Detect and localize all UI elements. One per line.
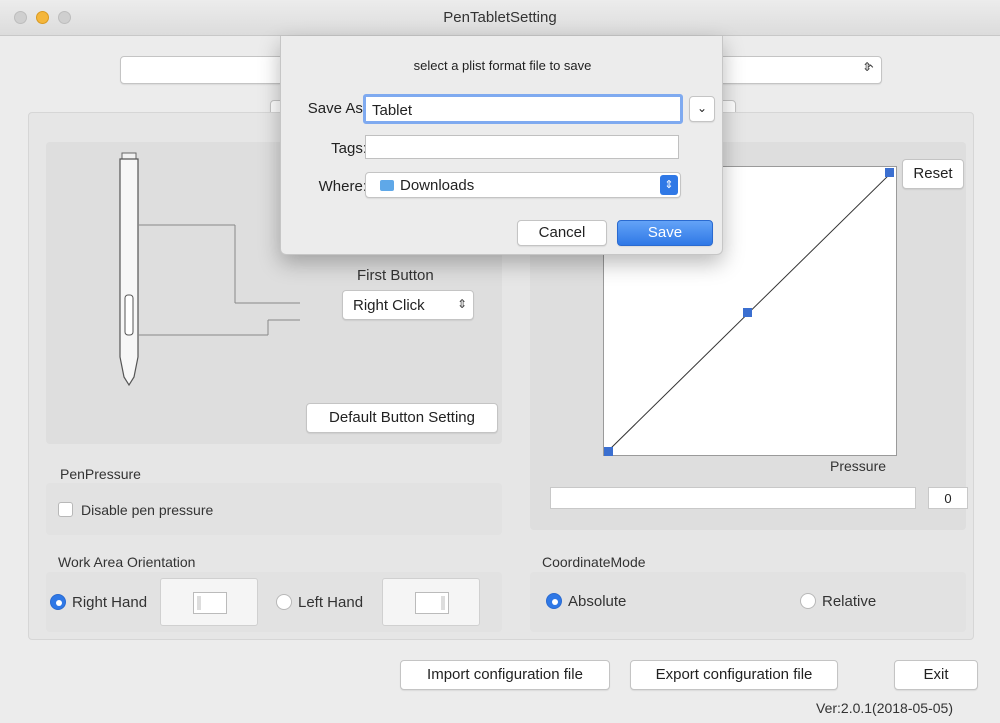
right-hand-preview[interactable] bbox=[160, 578, 258, 626]
version-text: Ver:2.0.1(2018-05-05) bbox=[816, 700, 953, 716]
where-label: Where: bbox=[318, 178, 367, 195]
right-hand-radio[interactable] bbox=[50, 594, 66, 610]
left-hand-radio[interactable] bbox=[276, 594, 292, 610]
exit-button[interactable]: Exit bbox=[894, 660, 978, 690]
where-value: Downloads bbox=[400, 177, 475, 194]
first-button-label: First Button bbox=[357, 267, 434, 284]
disable-pen-pressure-checkbox[interactable] bbox=[58, 502, 73, 517]
expand-dialog-button[interactable]: ⌄ bbox=[689, 96, 715, 122]
default-button-setting-button[interactable]: Default Button Setting bbox=[306, 403, 498, 433]
reset-button[interactable]: Reset bbox=[902, 159, 964, 189]
tags-input[interactable] bbox=[365, 135, 679, 159]
pen-pressure-heading: PenPressure bbox=[60, 466, 141, 482]
right-hand-label: Right Hand bbox=[72, 594, 148, 611]
pressure-bar bbox=[550, 487, 916, 509]
relative-label: Relative bbox=[822, 593, 877, 610]
work-area-orientation-heading: Work Area Orientation bbox=[58, 554, 196, 570]
save-dialog: select a plist format file to save Save … bbox=[280, 36, 723, 255]
absolute-label: Absolute bbox=[568, 593, 627, 610]
absolute-radio[interactable] bbox=[546, 593, 562, 609]
first-button-value: Right Click bbox=[353, 297, 425, 314]
folder-icon bbox=[380, 180, 394, 191]
window-title: PenTabletSetting bbox=[443, 9, 557, 26]
import-configuration-button[interactable]: Import configuration file bbox=[400, 660, 610, 690]
save-as-label: Save As: bbox=[307, 100, 367, 117]
curve-handle-start[interactable] bbox=[604, 447, 613, 456]
curve-handle-mid[interactable] bbox=[743, 308, 752, 317]
export-configuration-button[interactable]: Export configuration file bbox=[630, 660, 838, 690]
pen-illustration bbox=[119, 152, 300, 387]
save-as-input[interactable]: Tablet bbox=[363, 94, 683, 124]
tags-label: Tags: bbox=[331, 140, 367, 157]
chevron-down-icon: ⌄ bbox=[696, 101, 708, 115]
updown-arrows-icon: ⇕ bbox=[457, 297, 468, 311]
dialog-prompt: select a plist format file to save bbox=[413, 58, 592, 73]
first-button-select[interactable]: Right Click ⇕ bbox=[342, 290, 474, 320]
relative-radio[interactable] bbox=[800, 593, 816, 609]
disable-pen-pressure-label: Disable pen pressure bbox=[81, 502, 214, 518]
where-select[interactable]: Downloads ⇕ bbox=[365, 172, 681, 198]
left-hand-preview[interactable] bbox=[382, 578, 480, 626]
coordinate-mode-heading: CoordinateMode bbox=[542, 554, 646, 570]
save-button[interactable]: Save bbox=[617, 220, 713, 246]
updown-arrows-icon: ⇕ bbox=[660, 175, 678, 195]
curve-handle-end[interactable] bbox=[885, 168, 894, 177]
pressure-label: Pressure bbox=[830, 458, 887, 474]
left-hand-label: Left Hand bbox=[298, 594, 364, 611]
pressure-value: 0 bbox=[928, 487, 968, 509]
cancel-button[interactable]: Cancel bbox=[517, 220, 607, 246]
select-arrows-icon: ⇕ bbox=[862, 60, 873, 74]
